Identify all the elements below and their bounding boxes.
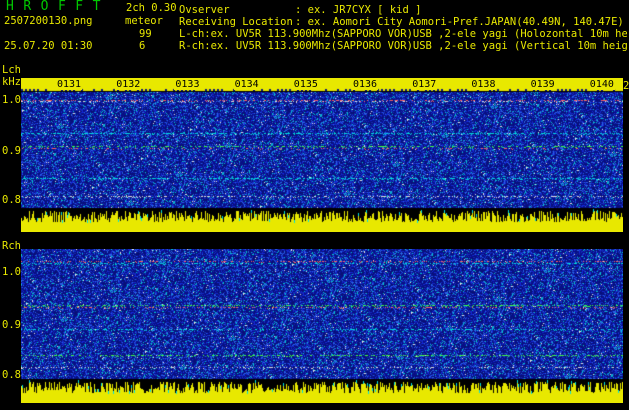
rch-ytick-1: 1.0 — [2, 266, 21, 278]
lch-ytick-2: 0.9 — [2, 145, 21, 157]
lch-spectrogram — [21, 78, 623, 232]
time-tick-label: 0136 — [352, 79, 379, 90]
category-label: meteor — [125, 15, 163, 27]
filename-label: 2507200130.png — [4, 15, 93, 27]
time-tick-label: 0135 — [292, 79, 319, 90]
time-tick-label: 0132 — [115, 79, 142, 90]
app-logo: HROFFT — [6, 0, 110, 14]
time-tick-label: 0140 — [588, 79, 615, 90]
time-tick-label: 0134 — [233, 79, 260, 90]
lch-ytick-3: 0.8 — [2, 194, 21, 206]
time-tick-label: 0133 — [174, 79, 201, 90]
mode-label: 2ch 0.30 — [126, 2, 177, 14]
lch-unit-label: kHz — [2, 76, 21, 88]
time-tick-label: 0137 — [411, 79, 438, 90]
rch-ytick-2: 0.9 — [2, 319, 21, 331]
rch-spectrogram — [21, 249, 623, 403]
rch-description: R-ch:ex. UV5R 113.900Mhz(SAPPORO VOR)USB… — [179, 40, 627, 52]
time-tick-label: 0131 — [56, 79, 83, 90]
lch-label: Lch — [2, 64, 21, 76]
count-r: 6 — [139, 40, 146, 52]
lch-ytick-1: 1.0 — [2, 94, 21, 106]
time-tick-label: 0139 — [529, 79, 556, 90]
rch-label: Rch — [2, 240, 21, 252]
time-tick-label: 0138 — [470, 79, 497, 90]
end-marker: 2 — [623, 80, 629, 92]
rch-ytick-3: 0.8 — [2, 369, 21, 381]
datetime-label: 25.07.20 01:30 — [4, 40, 93, 52]
